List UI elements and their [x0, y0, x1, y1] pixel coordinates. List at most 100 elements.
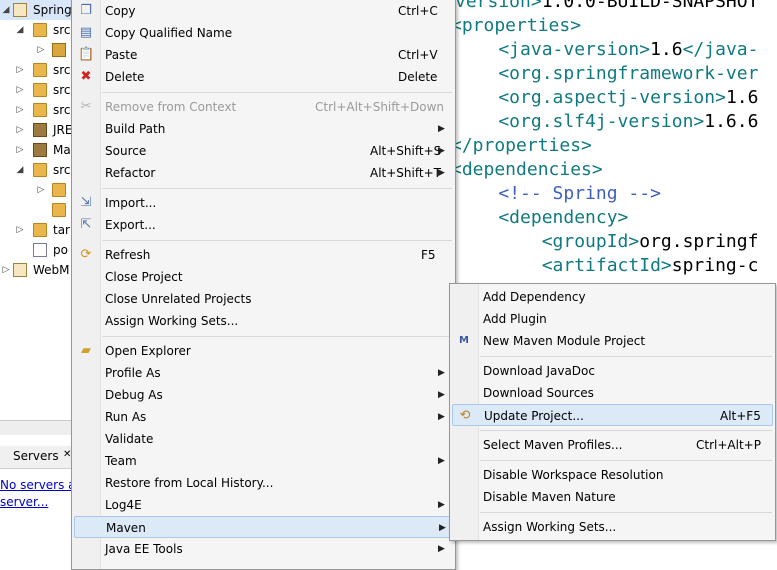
menu-item-export[interactable]: ⇱ Export... [74, 214, 453, 236]
tree-item-target[interactable]: ▷ tar [0, 220, 74, 240]
code-line: version>1.0.0-BUILD-SNAPSHOT [455, 0, 759, 12]
menu-item-download-sources[interactable]: Download Sources [452, 382, 773, 404]
menu-item-update-project[interactable]: ⟲ Update Project... Alt+F5 [452, 404, 773, 426]
collapse-icon[interactable]: ◢ [15, 160, 25, 180]
tree-item-folder[interactable]: ▷ [0, 180, 74, 200]
menu-separator [102, 188, 452, 189]
menu-item-maven[interactable]: Maven ▶ [74, 516, 453, 538]
menu-item-refactor[interactable]: Refactor Alt+Shift+T ▶ [74, 162, 453, 184]
source-folder-icon [33, 63, 47, 77]
menu-item-new-maven-module-project[interactable]: M New Maven Module Project [452, 330, 773, 352]
code-line: <org.aspectj-version>1.6 [455, 87, 759, 108]
menu-item-remove-from-context[interactable]: ✂ Remove from Context Ctrl+Alt+Shift+Dow… [74, 96, 453, 118]
menu-item-refresh[interactable]: ⟳ Refresh F5 [74, 244, 453, 266]
menu-item-profile-as[interactable]: Profile As ▶ [74, 362, 453, 384]
menu-item-team[interactable]: Team ▶ [74, 450, 453, 472]
tree-item-package[interactable]: ▷ [0, 40, 74, 60]
source-folder-icon [33, 103, 47, 117]
tree-item-label: Ma [53, 143, 71, 157]
source-folder-icon [33, 163, 47, 177]
tree-item-label: src [53, 23, 71, 37]
maven-module-icon: M [459, 335, 469, 346]
menu-item-debug-as[interactable]: Debug As ▶ [74, 384, 453, 406]
expand-icon[interactable]: ▷ [15, 120, 25, 140]
code-line: <java-version>1.6</java- [455, 39, 759, 60]
menu-item-build-path[interactable]: Build Path ▶ [74, 118, 453, 140]
tree-item-src[interactable]: ▷ src [0, 80, 74, 100]
menu-item-run-as[interactable]: Run As ▶ [74, 406, 453, 428]
tree-item-src[interactable]: ▷ src [0, 60, 74, 80]
code-line: </properties> [451, 135, 592, 156]
copy-qualified-icon: ▤ [79, 25, 93, 40]
tree-item-label: src [53, 83, 71, 97]
project-explorer: ◢ Spring ◢ src ▷ ▷ src ▷ src ▷ src ▷ JRE… [0, 0, 74, 420]
menu-item-disable-workspace-resolution[interactable]: Disable Workspace Resolution [452, 464, 773, 486]
menu-separator [102, 336, 452, 337]
tree-item-maven-deps[interactable]: ▷ Ma [0, 140, 74, 160]
submenu-arrow-icon: ▶ [439, 523, 446, 533]
context-menu: ❐ Copy Ctrl+C ▤ Copy Qualified Name 📋 Pa… [71, 0, 456, 570]
menu-item-assign-working-sets[interactable]: Assign Working Sets... [452, 516, 773, 538]
servers-view-tab[interactable]: Servers ✕ [0, 446, 74, 469]
collapse-icon[interactable]: ◢ [1, 0, 11, 20]
collapse-icon[interactable]: ◢ [15, 20, 25, 40]
tree-item-folder[interactable] [0, 200, 74, 220]
submenu-arrow-icon: ▶ [438, 368, 445, 378]
menu-item-paste[interactable]: 📋 Paste Ctrl+V [74, 44, 453, 66]
menu-item-log4e[interactable]: Log4E ▶ [74, 494, 453, 516]
menu-item-copy[interactable]: ❐ Copy Ctrl+C [74, 0, 453, 22]
no-servers-link[interactable]: No servers a [0, 478, 76, 492]
menu-item-select-maven-profiles[interactable]: Select Maven Profiles... Ctrl+Alt+P [452, 434, 773, 456]
menu-item-add-plugin[interactable]: Add Plugin [452, 308, 773, 330]
menu-item-source[interactable]: Source Alt+Shift+S ▶ [74, 140, 453, 162]
submenu-arrow-icon: ▶ [438, 500, 445, 510]
menu-item-open-explorer[interactable]: ▰ Open Explorer [74, 340, 453, 362]
menu-item-download-javadoc[interactable]: Download JavaDoc [452, 360, 773, 382]
tree-item-label: tar [53, 223, 70, 237]
tree-item-label: WebM [33, 263, 70, 277]
explorer-scrollbar[interactable] [0, 420, 74, 435]
library-icon [33, 123, 47, 137]
expand-icon[interactable]: ▷ [15, 60, 25, 80]
menu-item-assign-working-sets[interactable]: Assign Working Sets... [74, 310, 453, 332]
tree-item-label: src [53, 103, 71, 117]
tree-item-src[interactable]: ◢ src [0, 20, 74, 40]
delete-icon: ✖ [80, 69, 92, 84]
tree-item-label: src [53, 163, 71, 177]
tree-item-project[interactable]: ◢ Spring [0, 0, 74, 20]
expand-icon[interactable]: ▷ [15, 100, 25, 120]
expand-icon[interactable]: ▷ [15, 140, 25, 160]
create-server-link[interactable]: server... [0, 495, 48, 509]
expand-icon[interactable]: ▷ [36, 40, 46, 60]
tree-item-src[interactable]: ▷ src [0, 100, 74, 120]
code-line: <!-- Spring --> [498, 183, 661, 204]
code-line: <groupId>org.springf [455, 231, 759, 252]
menu-item-close-unrelated-projects[interactable]: Close Unrelated Projects [74, 288, 453, 310]
menu-item-close-project[interactable]: Close Project [74, 266, 453, 288]
tree-item-label: JRE [53, 123, 73, 137]
tree-item-label: po [53, 243, 68, 257]
menu-item-validate[interactable]: Validate [74, 428, 453, 450]
menu-separator [480, 512, 772, 513]
expand-icon[interactable]: ▷ [15, 80, 25, 100]
expand-icon[interactable]: ▷ [15, 220, 25, 240]
menu-separator [480, 356, 772, 357]
menu-item-delete[interactable]: ✖ Delete Delete [74, 66, 453, 88]
remove-context-icon: ✂ [80, 99, 92, 114]
submenu-arrow-icon: ▶ [438, 124, 445, 134]
menu-item-java-ee-tools[interactable]: Java EE Tools ▶ [74, 538, 453, 560]
expand-icon[interactable]: ▷ [1, 260, 11, 280]
tree-item-pom[interactable]: po [0, 240, 74, 260]
menu-item-copy-qualified-name[interactable]: ▤ Copy Qualified Name [74, 22, 453, 44]
menu-separator [480, 430, 772, 431]
tree-item-webm[interactable]: ▷ WebM [0, 260, 74, 280]
package-icon [52, 43, 66, 57]
tree-item-jre[interactable]: ▷ JRE [0, 120, 74, 140]
menu-separator [480, 460, 772, 461]
menu-item-disable-maven-nature[interactable]: Disable Maven Nature [452, 486, 773, 508]
menu-item-import[interactable]: ⇲ Import... [74, 192, 453, 214]
expand-icon[interactable]: ▷ [36, 180, 46, 200]
menu-item-restore-from-local-history[interactable]: Restore from Local History... [74, 472, 453, 494]
menu-item-add-dependency[interactable]: Add Dependency [452, 286, 773, 308]
tree-item-src[interactable]: ◢ src [0, 160, 74, 180]
